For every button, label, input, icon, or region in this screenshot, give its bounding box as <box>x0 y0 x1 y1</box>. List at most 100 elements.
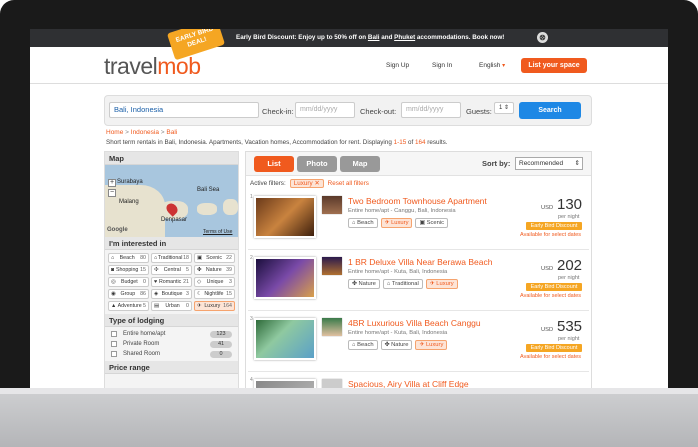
nightlife-icon: ☾ <box>197 291 202 297</box>
search-bar: Bali, Indonesia Check-in: mm/dd/yyyy Che… <box>104 95 592 126</box>
host-avatar[interactable] <box>322 318 342 336</box>
interest-tag-boutique[interactable]: ◈ Boutique 3 <box>151 289 192 299</box>
results-summary: Short term rentals in Bali, Indonesia. A… <box>106 139 448 146</box>
host-avatar[interactable] <box>322 379 342 388</box>
listing-card[interactable]: 1 Two Bedroom Townhouse Apartment Entire … <box>248 192 589 250</box>
traditional-icon: ⌂ <box>386 281 391 287</box>
nature-icon: ✤ <box>384 342 390 348</box>
listing-photo[interactable] <box>254 318 316 360</box>
early-bird-badge: Early Bird Discount <box>526 222 582 230</box>
zoom-in-icon[interactable]: + <box>108 179 116 187</box>
interest-tag-nature[interactable]: ✤ Nature 39 <box>194 265 235 275</box>
list-your-space-button[interactable]: List your space <box>521 58 587 73</box>
browser-screen: Early Bird Discount: Enjoy up to 50% off… <box>30 29 668 388</box>
breadcrumb-indonesia[interactable]: Indonesia <box>131 129 159 136</box>
guests-select[interactable]: 1 ⇕ <box>494 102 514 114</box>
checkin-input[interactable]: mm/dd/yyyy <box>295 102 355 118</box>
lodging-option[interactable]: Private Room 41 <box>111 339 232 349</box>
luxury-icon: ✈ <box>419 342 425 348</box>
map-label-bali-sea: Bali Sea <box>197 187 220 193</box>
adventure-icon: ▲ <box>111 303 117 309</box>
listing-photo[interactable] <box>254 196 316 238</box>
unique-icon: ◇ <box>197 279 202 285</box>
interest-tag-traditional[interactable]: ⌂ Traditional 18 <box>151 253 192 263</box>
travelmob-logo[interactable]: travelmob <box>104 53 201 80</box>
currency-label: USD <box>541 266 554 272</box>
amenity-beach: ⌂ Beach <box>348 218 378 228</box>
promo-link-bali[interactable]: Bali <box>368 34 380 41</box>
listing-price: 130 <box>557 196 583 213</box>
reset-filters-link[interactable]: Reset all filters <box>328 180 369 187</box>
host-avatar[interactable] <box>322 196 342 214</box>
interest-tag-luxury[interactable]: ✈ Luxury 164 <box>194 301 235 311</box>
lodging-option[interactable]: Entire home/apt 123 <box>111 329 232 339</box>
availability-link[interactable]: Available for select dates <box>520 354 581 360</box>
checkbox[interactable] <box>111 331 117 337</box>
listing-subtitle: Entire home/apt - Canggu, Bali, Indonesi… <box>348 208 456 214</box>
lodging-list: Entire home/apt 123 Private Room 41 Shared R… <box>105 327 238 361</box>
checkbox[interactable] <box>111 341 117 347</box>
availability-link[interactable]: Available for select dates <box>520 293 581 299</box>
beach-icon: ⌂ <box>111 255 115 261</box>
map-widget[interactable]: + − Surabaya Malang Bali Sea Denpasar Go… <box>105 165 238 237</box>
zoom-out-icon[interactable]: − <box>108 189 116 197</box>
amenity-list: ⌂ Beach ✈ Luxury ▣ Scenic <box>348 218 448 228</box>
filter-chip-luxury[interactable]: Luxury ✕ <box>289 178 324 188</box>
interest-tag-unique[interactable]: ◇ Unique 3 <box>194 277 235 287</box>
interest-tag-romantic[interactable]: ♥ Romantic 21 <box>151 277 192 287</box>
checkout-input[interactable]: mm/dd/yyyy <box>401 102 461 118</box>
breadcrumb-home[interactable]: Home <box>106 129 123 136</box>
view-list-button[interactable]: List <box>254 156 294 172</box>
listing-title[interactable]: 4BR Luxurious Villa Beach Canggu <box>348 318 481 328</box>
interest-tag-group[interactable]: ◉ Group 86 <box>108 289 149 299</box>
map-label-denpasar: Denpasar <box>161 217 188 223</box>
listing-photo[interactable] <box>254 379 316 388</box>
beach-icon: ⌂ <box>352 220 356 226</box>
search-button[interactable]: Search <box>519 102 581 119</box>
view-map-button[interactable]: Map <box>340 156 380 172</box>
traditional-icon: ⌂ <box>154 255 158 261</box>
per-night-label: per night <box>558 336 580 342</box>
amenity-scenic: ▣ Scenic <box>415 218 448 228</box>
interest-tag-scenic[interactable]: ▣ Scenic 22 <box>194 253 235 263</box>
checkbox[interactable] <box>111 351 117 357</box>
map-label-malang: Malang <box>119 199 139 205</box>
lodging-option[interactable]: Shared Room 0 <box>111 349 232 359</box>
sort-select[interactable]: Recommended ⇕ <box>515 157 583 170</box>
language-select[interactable]: English ▾ <box>479 62 505 69</box>
interest-tag-budget[interactable]: ◎ Budget 0 <box>108 277 149 287</box>
signin-link[interactable]: Sign In <box>432 62 452 69</box>
sort-label: Sort by: <box>482 159 511 168</box>
romantic-icon: ♥ <box>154 279 158 285</box>
promo-text: Early Bird Discount: Enjoy up to 50% off… <box>236 34 505 41</box>
caret-down-icon: ▾ <box>502 63 506 69</box>
listing-title[interactable]: Spacious, Airy Villa at Cliff Edge <box>348 379 469 388</box>
view-photo-button[interactable]: Photo <box>297 156 337 172</box>
signup-link[interactable]: Sign Up <box>386 62 409 69</box>
listing-card[interactable]: 3 4BR Luxurious Villa Beach Canggu Entire… <box>248 314 589 372</box>
interest-tag-urban[interactable]: ▤ Urban 0 <box>151 301 192 311</box>
map-terms-link[interactable]: Terms of Use <box>203 229 232 235</box>
close-icon[interactable]: ⊗ <box>537 32 548 43</box>
amenity-list: ✤ Nature ⌂ Traditional ✈ Luxury <box>348 279 458 289</box>
amenity-luxury: ✈ Luxury <box>415 340 448 350</box>
interest-tag-beach[interactable]: ⌂ Beach 80 <box>108 253 149 263</box>
interest-tag-list: ⌂ Beach 80 ⌂ Traditional 18 ▣ Scenic 22 ◙ Shopping… <box>105 250 238 314</box>
interest-tag-central[interactable]: ✣ Central 5 <box>151 265 192 275</box>
scenic-icon: ▣ <box>197 255 203 261</box>
listing-title[interactable]: 1 BR Deluxe Villa Near Berawa Beach <box>348 257 492 267</box>
interest-tag-shopping[interactable]: ◙ Shopping 15 <box>108 265 149 275</box>
interest-tag-nightlife[interactable]: ☾ Nightlife 15 <box>194 289 235 299</box>
listing-card[interactable]: 2 1 BR Deluxe Villa Near Berawa Beach Ent… <box>248 253 589 311</box>
host-avatar[interactable] <box>322 257 342 275</box>
listing-card[interactable]: 4 Spacious, Airy Villa at Cliff Edge <box>248 375 589 388</box>
interest-tag-adventure[interactable]: ▲ Adventure 5 <box>108 301 149 311</box>
luxury-icon: ✈ <box>197 303 202 309</box>
promo-link-phuket[interactable]: Phuket <box>394 34 415 41</box>
listing-photo[interactable] <box>254 257 316 299</box>
breadcrumb-bali[interactable]: Bali <box>166 129 177 136</box>
availability-link[interactable]: Available for select dates <box>520 232 581 238</box>
listing-title[interactable]: Two Bedroom Townhouse Apartment <box>348 196 487 206</box>
destination-input[interactable]: Bali, Indonesia <box>109 102 259 118</box>
price-range-heading: Price range <box>105 361 238 374</box>
